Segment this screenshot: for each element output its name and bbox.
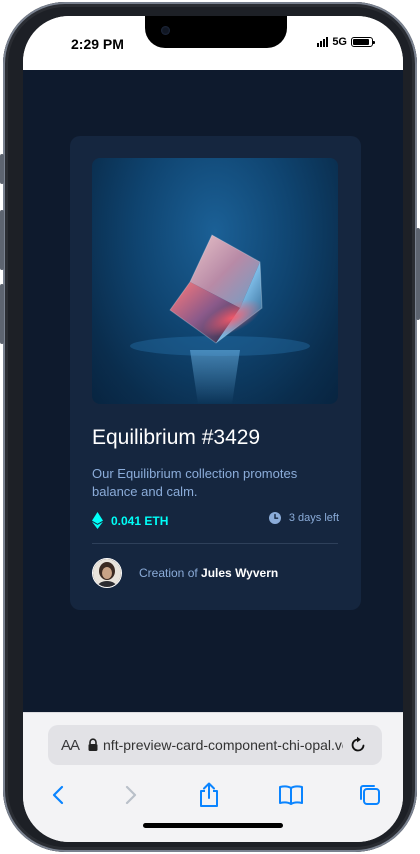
tabs-icon — [360, 785, 380, 805]
creator-avatar — [92, 558, 122, 588]
home-indicator — [143, 823, 283, 828]
ethereum-icon — [92, 512, 103, 529]
url-text[interactable]: nft-preview-card-component-chi-opal.verc… — [103, 737, 343, 753]
creator-line: Creation of Jules Wyvern — [139, 566, 278, 580]
power-button — [416, 228, 420, 320]
time-left-row: 3 days left — [268, 512, 339, 524]
time-left-value: 3 days left — [288, 512, 339, 524]
volume-up-button — [0, 210, 4, 270]
lock-icon — [88, 738, 98, 751]
web-page[interactable]: Equilibrium #3429 Our Equilibrium collec… — [23, 70, 403, 712]
forward-chevron-icon — [125, 785, 137, 805]
price-value: 0.041 ETH — [111, 513, 169, 528]
creator-name-link[interactable]: Jules Wyvern — [201, 566, 278, 580]
cube-illustration — [130, 234, 310, 404]
signal-icon — [317, 37, 329, 47]
network-type: 5G — [332, 36, 347, 48]
share-icon — [200, 782, 218, 807]
nft-image[interactable] — [92, 158, 338, 404]
clock-icon — [268, 512, 281, 524]
front-camera — [161, 26, 170, 35]
card-divider — [92, 543, 338, 544]
nft-title[interactable]: Equilibrium #3429 — [92, 426, 260, 450]
text-size-button[interactable]: AA — [61, 737, 80, 754]
mute-switch — [0, 154, 4, 184]
nft-description: Our Equilibrium collection promotes bala… — [92, 466, 298, 499]
phone-frame: 2:29 PM 5G Equilibrium #3429 Our Equilib… — [0, 2, 420, 852]
back-button[interactable] — [38, 777, 78, 813]
back-chevron-icon — [52, 785, 64, 805]
price-row: 0.041 ETH — [92, 512, 168, 529]
forward-button[interactable] — [111, 777, 151, 813]
notch — [145, 16, 287, 48]
battery-icon — [351, 37, 375, 47]
safari-toolbar: AA nft-preview-card-component-chi-opal.v… — [23, 712, 403, 842]
volume-down-button — [0, 284, 4, 344]
share-button[interactable] — [189, 777, 229, 813]
creator-prefix: Creation of — [139, 566, 198, 580]
avatar-portrait — [93, 559, 121, 587]
reload-icon[interactable] — [349, 736, 367, 754]
screen: 2:29 PM 5G Equilibrium #3429 Our Equilib… — [23, 16, 403, 842]
address-bar[interactable]: AA nft-preview-card-component-chi-opal.v… — [48, 725, 382, 765]
status-time: 2:29 PM — [71, 36, 124, 52]
bookmarks-book-icon — [279, 785, 303, 805]
safari-nav-row — [23, 777, 403, 817]
bookmarks-button[interactable] — [271, 777, 311, 813]
nft-card: Equilibrium #3429 Our Equilibrium collec… — [70, 136, 361, 610]
status-indicators: 5G — [317, 36, 375, 48]
tabs-button[interactable] — [350, 777, 390, 813]
